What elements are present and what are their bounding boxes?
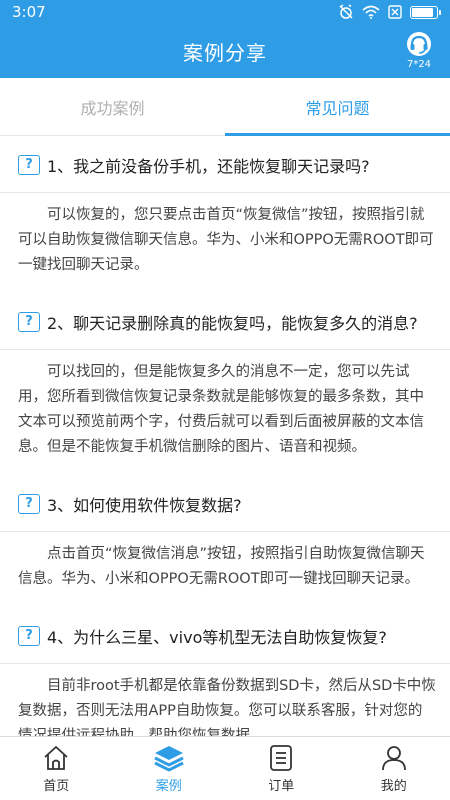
question-icon: ? — [18, 493, 40, 514]
tab-success-cases[interactable]: 成功案例 — [0, 78, 225, 135]
faq-question-row[interactable]: ? 2、聊天记录删除真的能恢复吗，能恢复多久的消息? — [0, 294, 450, 350]
alarm-off-icon — [339, 4, 353, 19]
question-icon: ? — [18, 311, 40, 332]
app-root: 3:07 案例分享 7*24 成功案例 常见问题 ? 1、我之前没备份手机，还能… — [0, 0, 450, 800]
layers-icon — [154, 746, 184, 772]
nav-home-label: 首页 — [43, 779, 70, 794]
nav-mine[interactable]: 我的 — [338, 737, 450, 800]
faq-question: 3、如何使用软件恢复数据? — [47, 495, 242, 515]
customer-service-button[interactable]: 7*24 — [398, 30, 440, 74]
status-bar: 3:07 — [0, 0, 450, 24]
nav-orders[interactable]: 订单 — [225, 737, 338, 800]
faq-question-row[interactable]: ? 3、如何使用软件恢复数据? — [0, 476, 450, 532]
faq-answer: 目前非root手机都是依靠备份数据到SD卡，然后从SD卡中恢复数据，否则无法用A… — [18, 678, 436, 737]
faq-list[interactable]: ? 1、我之前没备份手机，还能恢复聊天记录吗? 可以恢复的，您只要点击首页“恢复… — [0, 137, 450, 737]
battery-icon — [410, 5, 441, 19]
nav-cases[interactable]: 案例 — [113, 737, 226, 800]
order-list-icon — [270, 745, 293, 771]
faq-item: ? 1、我之前没备份手机，还能恢复聊天记录吗? 可以恢复的，您只要点击首页“恢复… — [0, 137, 450, 294]
faq-answer: 点击首页“恢复微信消息”按钮，按照指引自助恢复微信聊天信息。华为、小米和OPPO… — [18, 546, 425, 587]
faq-answer: 可以找回的，但是能恢复多久的消息不一定，您可以先试用，您所看到微信恢复记录条数就… — [18, 364, 424, 455]
nav-orders-label: 订单 — [268, 779, 295, 794]
bottom-nav: 首页 案例 订单 我的 — [0, 736, 450, 800]
faq-question-row[interactable]: ? 1、我之前没备份手机，还能恢复聊天记录吗? — [0, 137, 450, 193]
status-icons — [338, 4, 441, 20]
status-time: 3:07 — [12, 3, 46, 21]
faq-question: 4、为什么三星、vivo等机型无法自助恢复恢复? — [47, 627, 387, 647]
headset-icon — [407, 32, 431, 56]
question-icon: ? — [18, 625, 40, 646]
service-label: 7*24 — [406, 59, 432, 70]
faq-question: 2、聊天记录删除真的能恢复吗，能恢复多久的消息? — [47, 313, 418, 333]
home-icon — [44, 746, 68, 770]
tab-faq[interactable]: 常见问题 — [225, 78, 450, 136]
user-icon — [381, 746, 406, 771]
wifi-icon — [362, 5, 380, 19]
question-icon: ? — [18, 154, 40, 175]
faq-item: ? 2、聊天记录删除真的能恢复吗，能恢复多久的消息? 可以找回的，但是能恢复多久… — [0, 294, 450, 476]
nav-home[interactable]: 首页 — [0, 737, 113, 800]
nav-mine-label: 我的 — [380, 779, 407, 794]
faq-question-row[interactable]: ? 4、为什么三星、vivo等机型无法自助恢复恢复? — [0, 608, 450, 664]
page-title: 案例分享 — [183, 40, 267, 65]
faq-item: ? 4、为什么三星、vivo等机型无法自助恢复恢复? 目前非root手机都是依靠… — [0, 608, 450, 737]
faq-question: 1、我之前没备份手机，还能恢复聊天记录吗? — [47, 156, 370, 176]
tab-bar: 成功案例 常见问题 — [0, 78, 450, 136]
faq-answer: 可以恢复的，您只要点击首页“恢复微信”按钮，按照指引就可以自助恢复微信聊天信息。… — [18, 207, 434, 273]
app-header: 案例分享 7*24 — [0, 24, 450, 78]
no-sim-icon — [388, 5, 402, 19]
nav-cases-label: 案例 — [155, 779, 182, 794]
faq-item: ? 3、如何使用软件恢复数据? 点击首页“恢复微信消息”按钮，按照指引自助恢复微… — [0, 476, 450, 608]
